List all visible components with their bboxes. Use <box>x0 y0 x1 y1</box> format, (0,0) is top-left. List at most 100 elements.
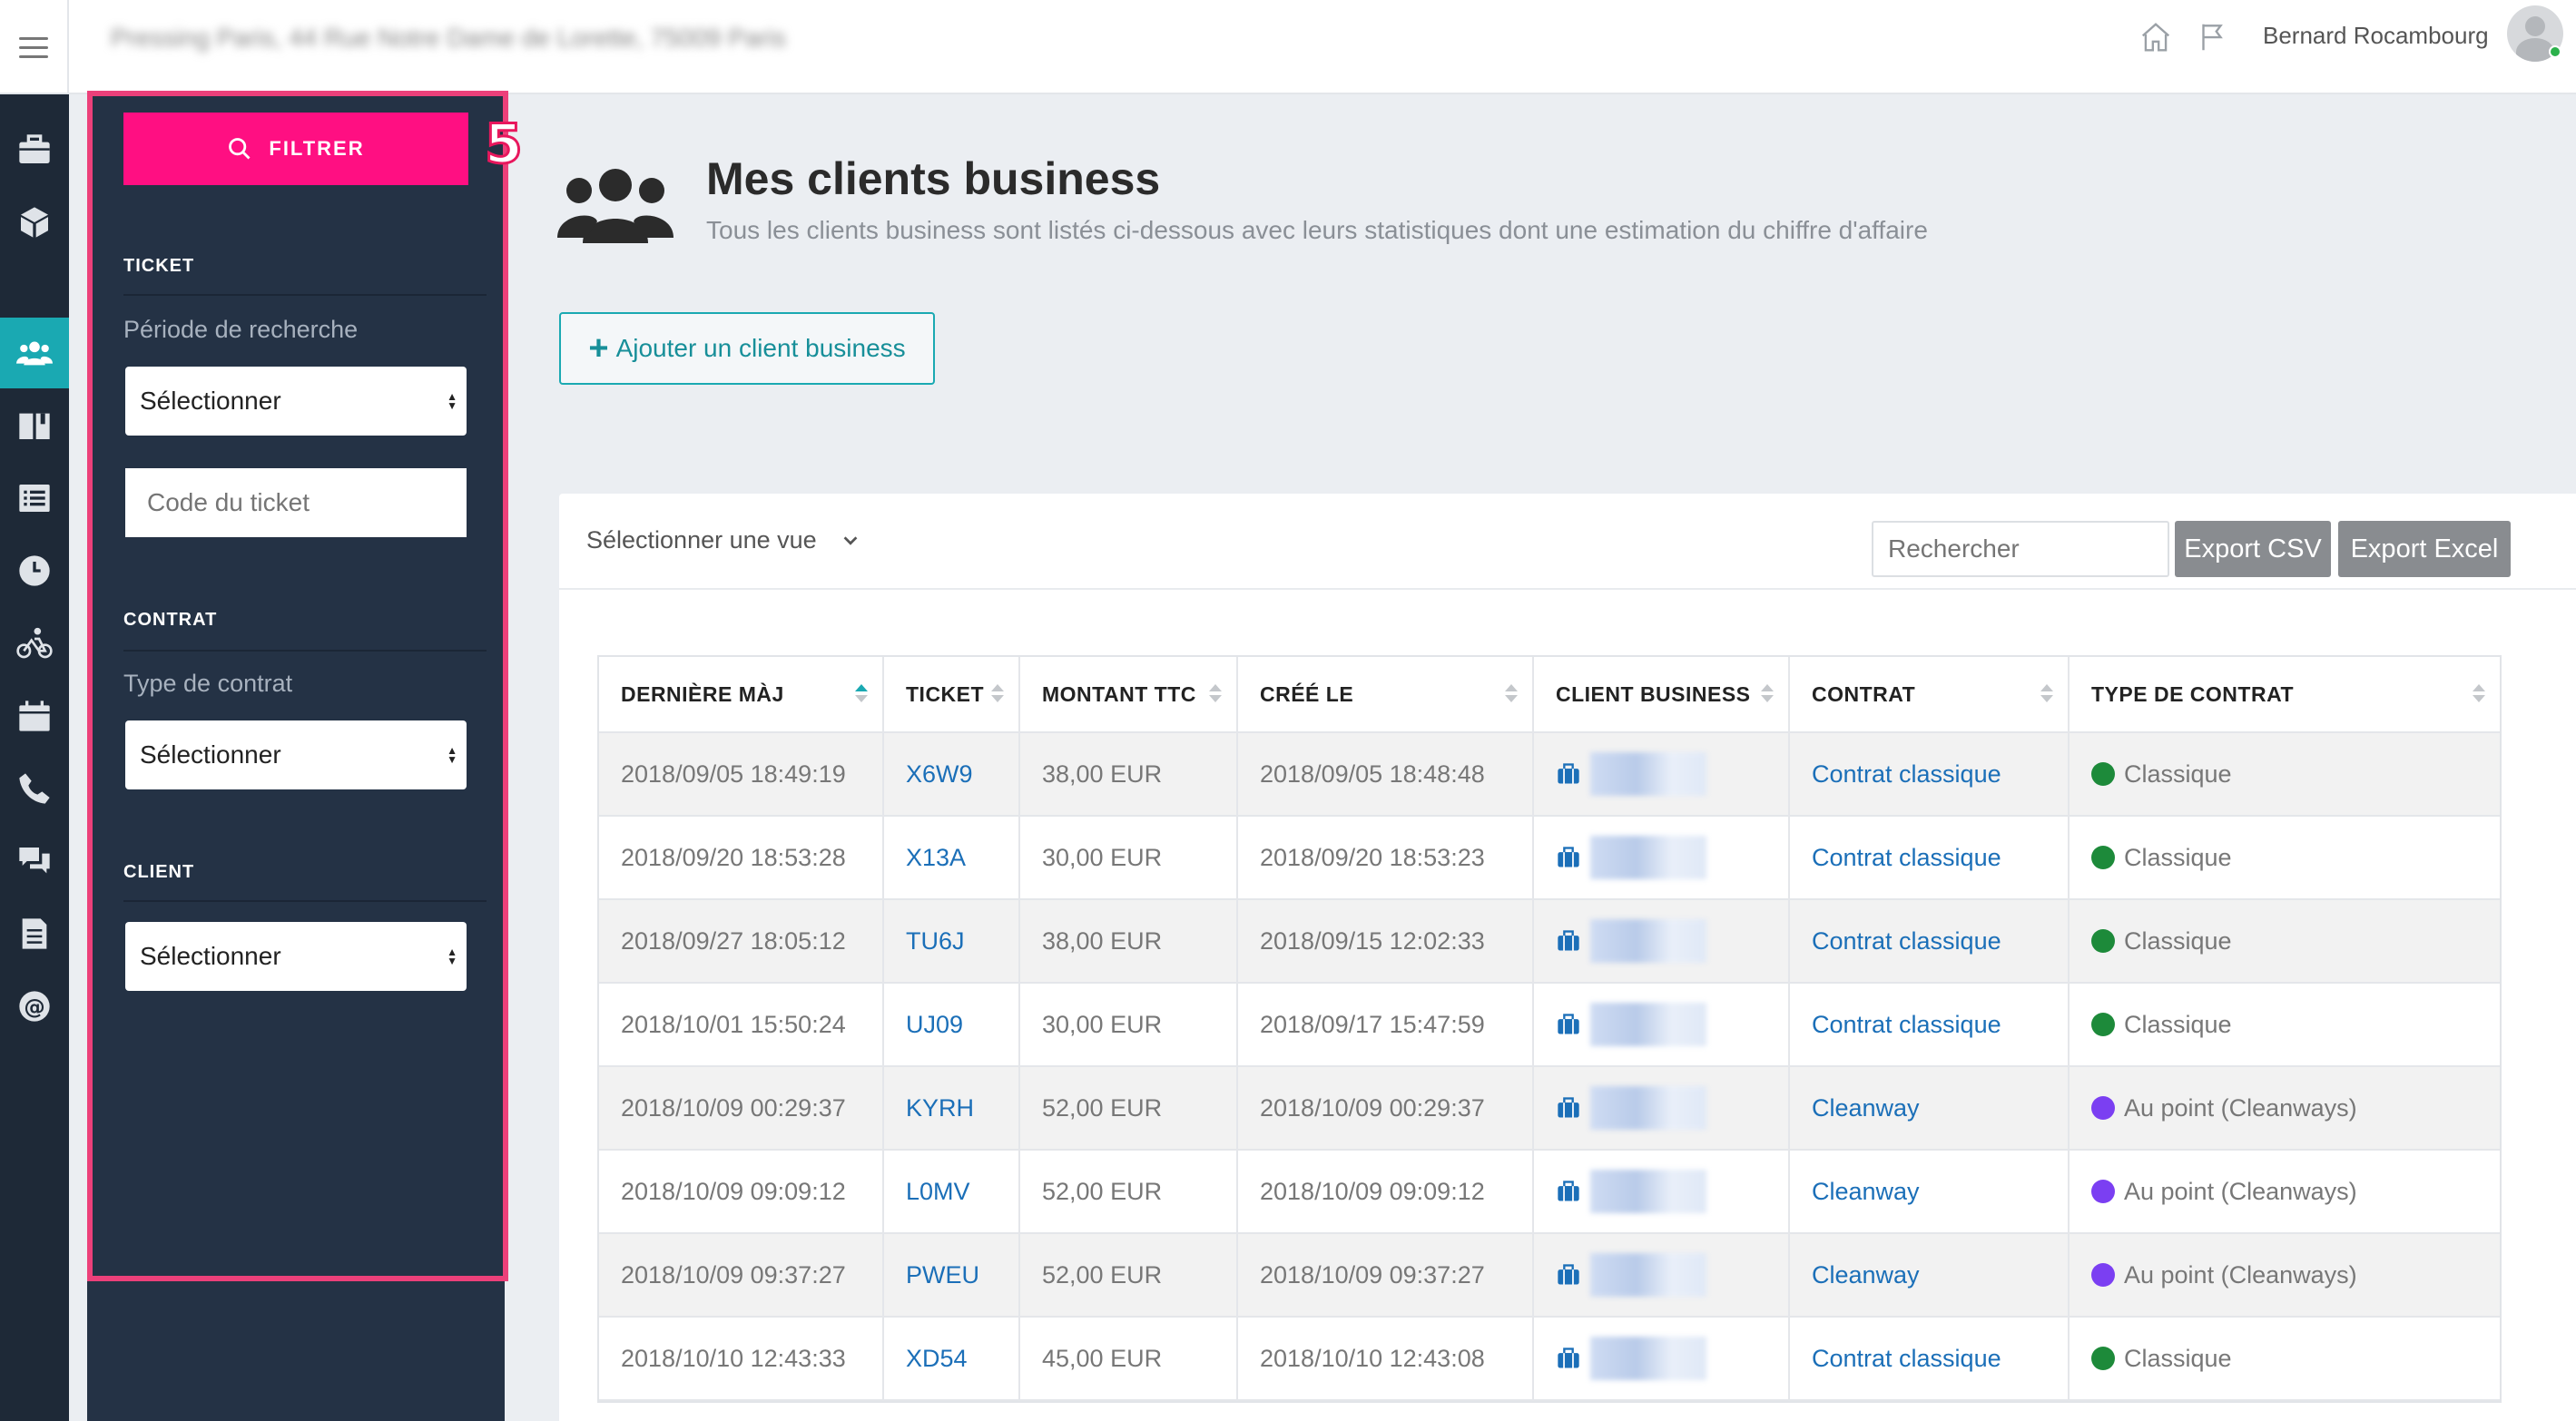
column-header-client[interactable]: CLIENT BUSINESS <box>1534 657 1790 731</box>
nav-box[interactable] <box>0 187 69 258</box>
hamburger-icon <box>19 31 48 64</box>
contract-link[interactable]: Cleanway <box>1812 1178 1920 1206</box>
cell-ticket: KYRH <box>884 1067 1020 1149</box>
updated-value: 2018/10/09 09:37:27 <box>621 1260 846 1289</box>
nav-history[interactable] <box>0 535 69 606</box>
export-excel-button[interactable]: Export Excel <box>2338 521 2511 577</box>
amount-value: 30,00 EUR <box>1042 1010 1163 1038</box>
table-row[interactable]: 2018/09/27 18:05:12 TU6J 38,00 EUR 2018/… <box>599 900 2500 984</box>
briefcase-icon <box>1558 847 1579 867</box>
cell-amount: 30,00 EUR <box>1020 984 1238 1065</box>
cell-client <box>1534 900 1790 982</box>
contract-type-value: Classique <box>2124 1010 2232 1038</box>
created-value: 2018/09/05 18:48:48 <box>1260 760 1485 788</box>
cell-ticket: UJ09 <box>884 984 1020 1065</box>
client-name-redacted[interactable] <box>1590 836 1706 879</box>
business-clients-icon <box>557 169 673 243</box>
sort-icon <box>1505 684 1518 702</box>
user-name[interactable]: Bernard Rocambourg <box>2263 22 2489 50</box>
contract-link[interactable]: Contrat classique <box>1812 760 2001 789</box>
table-row[interactable]: 2018/10/09 09:09:12 L0MV 52,00 EUR 2018/… <box>599 1151 2500 1234</box>
column-header-updated[interactable]: DERNIÈRE MÀJ <box>599 657 884 731</box>
cell-contract-type: Classique <box>2070 817 2500 898</box>
table-row[interactable]: 2018/10/09 09:37:27 PWEU 52,00 EUR 2018/… <box>599 1234 2500 1318</box>
client-name-redacted[interactable] <box>1590 1170 1706 1213</box>
nav-book[interactable] <box>0 390 69 461</box>
column-header-label: DERNIÈRE MÀJ <box>621 681 784 706</box>
created-value: 2018/09/15 12:02:33 <box>1260 926 1485 955</box>
nav-list[interactable] <box>0 463 69 534</box>
contract-link[interactable]: Cleanway <box>1812 1094 1920 1122</box>
column-header-label: TICKET <box>906 681 985 706</box>
client-name-redacted[interactable] <box>1590 1253 1706 1297</box>
chevron-down-icon <box>843 535 858 545</box>
cell-updated: 2018/10/09 09:09:12 <box>599 1151 884 1232</box>
ticket-link[interactable]: PWEU <box>906 1261 979 1289</box>
contract-link[interactable]: Contrat classique <box>1812 1011 2001 1039</box>
cell-amount: 38,00 EUR <box>1020 733 1238 815</box>
ticket-link[interactable]: XD54 <box>906 1345 968 1373</box>
contract-link[interactable]: Contrat classique <box>1812 844 2001 872</box>
column-header-ticket[interactable]: TICKET <box>884 657 1020 731</box>
ticket-link[interactable]: L0MV <box>906 1178 970 1206</box>
client-name-redacted[interactable] <box>1590 1003 1706 1046</box>
created-value: 2018/09/17 15:47:59 <box>1260 1010 1485 1038</box>
table-row[interactable]: 2018/09/20 18:53:28 X13A 30,00 EUR 2018/… <box>599 817 2500 900</box>
online-status-dot <box>2549 45 2561 58</box>
export-csv-button[interactable]: Export CSV <box>2175 521 2331 577</box>
shop-address: Pressing Paris, 44 Rue Notre Dame de Lor… <box>111 24 786 52</box>
nav-clients[interactable] <box>0 318 69 388</box>
cell-client <box>1534 817 1790 898</box>
contract-type-dot <box>2091 1347 2115 1370</box>
sort-icon <box>991 684 1004 702</box>
search-input[interactable] <box>1872 521 2169 577</box>
view-select[interactable]: Sélectionner une vue <box>586 526 860 554</box>
nav-delivery[interactable] <box>0 608 69 679</box>
cell-updated: 2018/10/10 12:43:33 <box>599 1318 884 1399</box>
add-business-client-label: Ajouter un client business <box>615 334 906 362</box>
client-name-redacted[interactable] <box>1590 1337 1706 1380</box>
cell-contract-type: Classique <box>2070 1318 2500 1399</box>
ticket-link[interactable]: X6W9 <box>906 760 973 789</box>
ticket-link[interactable]: TU6J <box>906 927 965 956</box>
column-header-amount[interactable]: MONTANT TTC <box>1020 657 1238 731</box>
home-icon[interactable] <box>2138 20 2173 54</box>
contract-link[interactable]: Cleanway <box>1812 1261 1920 1289</box>
flag-icon[interactable] <box>2195 20 2229 54</box>
contract-type-value: Classique <box>2124 926 2232 955</box>
client-name-redacted[interactable] <box>1590 752 1706 796</box>
nav-documents[interactable] <box>0 898 69 969</box>
briefcase-icon <box>1558 763 1579 784</box>
cell-created: 2018/10/10 12:43:08 <box>1238 1318 1534 1399</box>
table-row[interactable]: 2018/09/05 18:49:19 X6W9 38,00 EUR 2018/… <box>599 733 2500 817</box>
column-header-contract[interactable]: CONTRAT <box>1790 657 2070 731</box>
cell-contract-type: Classique <box>2070 733 2500 815</box>
column-header-created[interactable]: CRÉÉ LE <box>1238 657 1534 731</box>
amount-value: 38,00 EUR <box>1042 926 1163 955</box>
view-select-label: Sélectionner une vue <box>586 526 817 554</box>
nav-phone[interactable] <box>0 753 69 824</box>
contract-link[interactable]: Contrat classique <box>1812 927 2001 956</box>
client-name-redacted[interactable] <box>1590 1086 1706 1130</box>
table-row[interactable]: 2018/10/09 00:29:37 KYRH 52,00 EUR 2018/… <box>599 1067 2500 1151</box>
nav-briefcase[interactable] <box>0 114 69 185</box>
nav-email[interactable]: @ <box>0 971 69 1042</box>
ticket-link[interactable]: UJ09 <box>906 1011 963 1039</box>
nav-calendar[interactable] <box>0 681 69 751</box>
column-header-label: MONTANT TTC <box>1042 681 1196 706</box>
ticket-link[interactable]: X13A <box>906 844 966 872</box>
amount-value: 38,00 EUR <box>1042 760 1163 788</box>
column-header-contract-type[interactable]: TYPE DE CONTRAT <box>2070 657 2500 731</box>
table-row[interactable]: 2018/10/10 12:43:33 XD54 45,00 EUR 2018/… <box>599 1318 2500 1401</box>
contract-link[interactable]: Contrat classique <box>1812 1345 2001 1373</box>
ticket-link[interactable]: KYRH <box>906 1094 974 1122</box>
add-business-client-button[interactable]: + Ajouter un client business <box>559 312 935 385</box>
cell-ticket: X6W9 <box>884 733 1020 815</box>
client-name-redacted[interactable] <box>1590 919 1706 963</box>
phone-icon <box>19 773 50 804</box>
menu-toggle-button[interactable] <box>0 0 69 94</box>
table-row[interactable]: 2018/10/01 15:50:24 UJ09 30,00 EUR 2018/… <box>599 984 2500 1067</box>
cell-amount: 52,00 EUR <box>1020 1151 1238 1232</box>
nav-messages[interactable] <box>0 826 69 897</box>
cell-updated: 2018/10/01 15:50:24 <box>599 984 884 1065</box>
